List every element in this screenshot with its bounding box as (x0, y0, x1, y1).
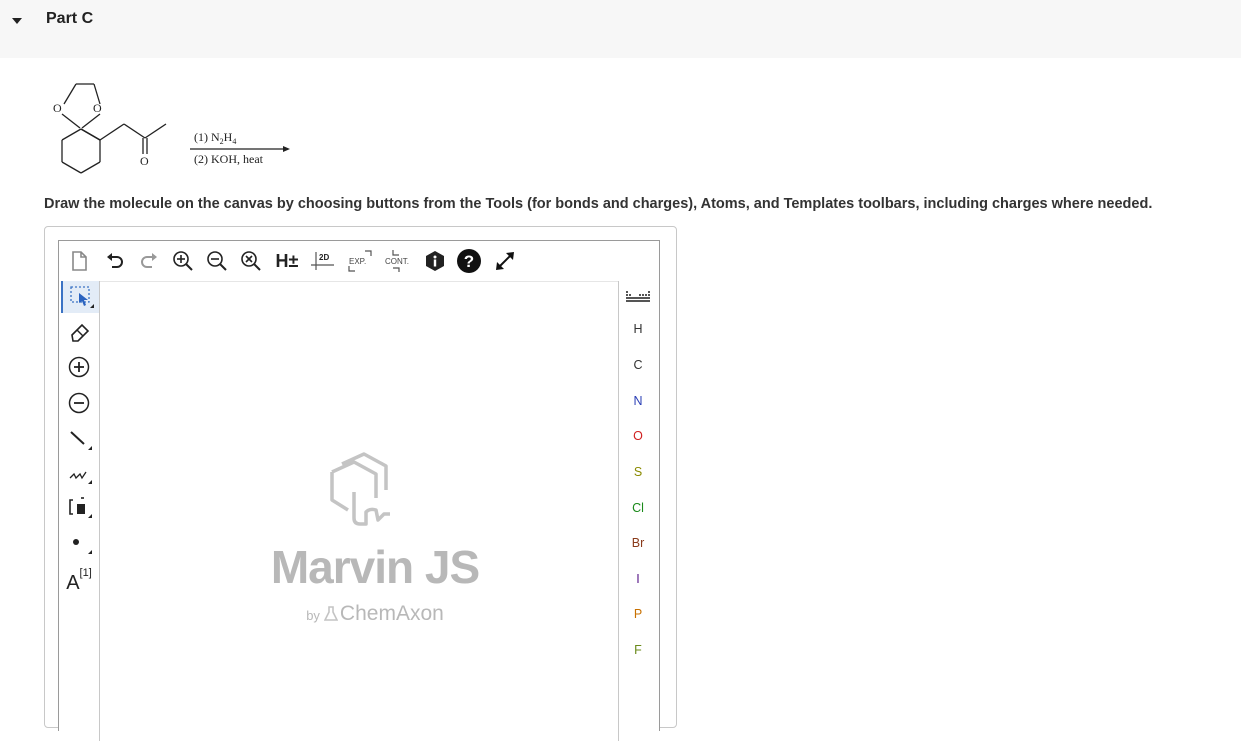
oxygen-label-right: O (93, 101, 102, 115)
atom-label-f: F (634, 643, 642, 657)
eraser-icon[interactable] (61, 315, 97, 347)
fullscreen-icon[interactable] (491, 247, 519, 275)
atom-map-index: [1] (79, 567, 92, 579)
tools-toolbar: A [1] (59, 281, 100, 741)
reagent-step1-sub2: 4 (232, 137, 236, 146)
atom-label-cl: Cl (632, 501, 644, 515)
atom-button-p[interactable]: P (619, 600, 657, 628)
atom-label-p: P (633, 607, 643, 621)
reagent-step1: (1) N (194, 130, 220, 144)
atom-label-o: O (633, 429, 643, 443)
marvin-brand-name: Marvin JS (270, 541, 480, 593)
byline-by: by (306, 608, 320, 623)
clean-2d-button[interactable]: 2D (309, 247, 337, 275)
reagent-step2: (2) KOH, heat (194, 152, 264, 166)
atom-button-h[interactable]: H (619, 315, 657, 343)
marvin-editor: H± 2D EXP. CONT. ? A [1] Marvin JS by Ch… (58, 240, 660, 741)
atom-label-br: Br (631, 536, 645, 550)
new-document-icon[interactable] (65, 247, 93, 275)
atom-button-o[interactable]: O (619, 422, 657, 450)
contract-label: CONT. (385, 257, 409, 266)
atom-map-tool[interactable]: A [1] (61, 561, 97, 597)
svg-text:?: ? (464, 252, 474, 271)
oxygen-label-ketone: O (140, 154, 149, 168)
rectangle-select-tool[interactable] (61, 281, 99, 313)
instructions-text: Draw the molecule on the canvas by choos… (44, 196, 1153, 212)
drawing-canvas[interactable]: Marvin JS by ChemAxon (100, 281, 618, 742)
marvin-watermark: Marvin JS by ChemAxon (250, 452, 500, 632)
chain-icon[interactable] (61, 457, 97, 489)
undo-icon[interactable] (101, 247, 129, 275)
radical-icon[interactable] (61, 527, 97, 559)
atom-label-c: C (633, 358, 643, 372)
expand-label: EXP. (349, 257, 366, 266)
hydrogen-toggle-button[interactable]: H± (273, 247, 301, 275)
contract-button[interactable]: CONT. (381, 247, 415, 275)
atom-button-n[interactable]: N (619, 387, 657, 415)
flask-icon (323, 604, 339, 621)
reagent-step1-h: H (224, 130, 233, 144)
atom-button-cl[interactable]: Cl (619, 494, 657, 522)
help-icon[interactable]: ? (455, 247, 483, 275)
atoms-toolbar: H C N O S Cl Br I P F (618, 281, 657, 741)
zoom-out-icon[interactable] (203, 247, 231, 275)
single-bond-icon[interactable] (61, 423, 97, 455)
periodic-table-icon[interactable] (619, 283, 657, 311)
part-header: Part C (0, 0, 1241, 58)
redo-icon[interactable] (135, 247, 163, 275)
increase-charge-icon[interactable] (61, 351, 97, 383)
zoom-in-icon[interactable] (169, 247, 197, 275)
reaction-scheme: O O O (1) N2H4 (2) KOH, heat (40, 76, 310, 176)
atom-label-s: S (633, 465, 643, 479)
oxygen-label-left: O (53, 101, 62, 115)
atom-label-i: I (636, 572, 640, 586)
atom-button-f[interactable]: F (619, 636, 657, 664)
atom-label-h: H (633, 322, 643, 336)
chemaxon-byline: by ChemAxon (250, 602, 500, 626)
atom-label-n: N (633, 394, 643, 408)
marvin-logo-icon (330, 452, 390, 526)
atom-map-letter: A (66, 571, 80, 594)
chemaxon-name: ChemAxon (339, 602, 444, 625)
zoom-fit-icon[interactable] (237, 247, 265, 275)
bracket-group-icon[interactable] (61, 491, 97, 523)
decrease-charge-icon[interactable] (61, 387, 97, 419)
part-title: Part C (46, 10, 94, 27)
editor-frame: H± 2D EXP. CONT. ? A [1] Marvin JS by Ch… (44, 226, 677, 741)
atom-button-i[interactable]: I (619, 565, 657, 593)
reaction-structure-image: O O O (1) N2H4 (2) KOH, heat (53, 83, 290, 174)
collapse-caret-icon[interactable] (10, 14, 24, 28)
clean-2d-label: 2D (319, 253, 329, 262)
expand-button[interactable]: EXP. (345, 247, 375, 275)
svg-text:(1) N2H4: (1) N2H4 (194, 130, 236, 146)
atom-button-br[interactable]: Br (619, 529, 657, 557)
top-toolbar: H± 2D EXP. CONT. ? (59, 241, 659, 281)
atom-button-s[interactable]: S (619, 458, 657, 486)
atom-button-c[interactable]: C (619, 351, 657, 379)
info-icon[interactable] (421, 247, 449, 275)
